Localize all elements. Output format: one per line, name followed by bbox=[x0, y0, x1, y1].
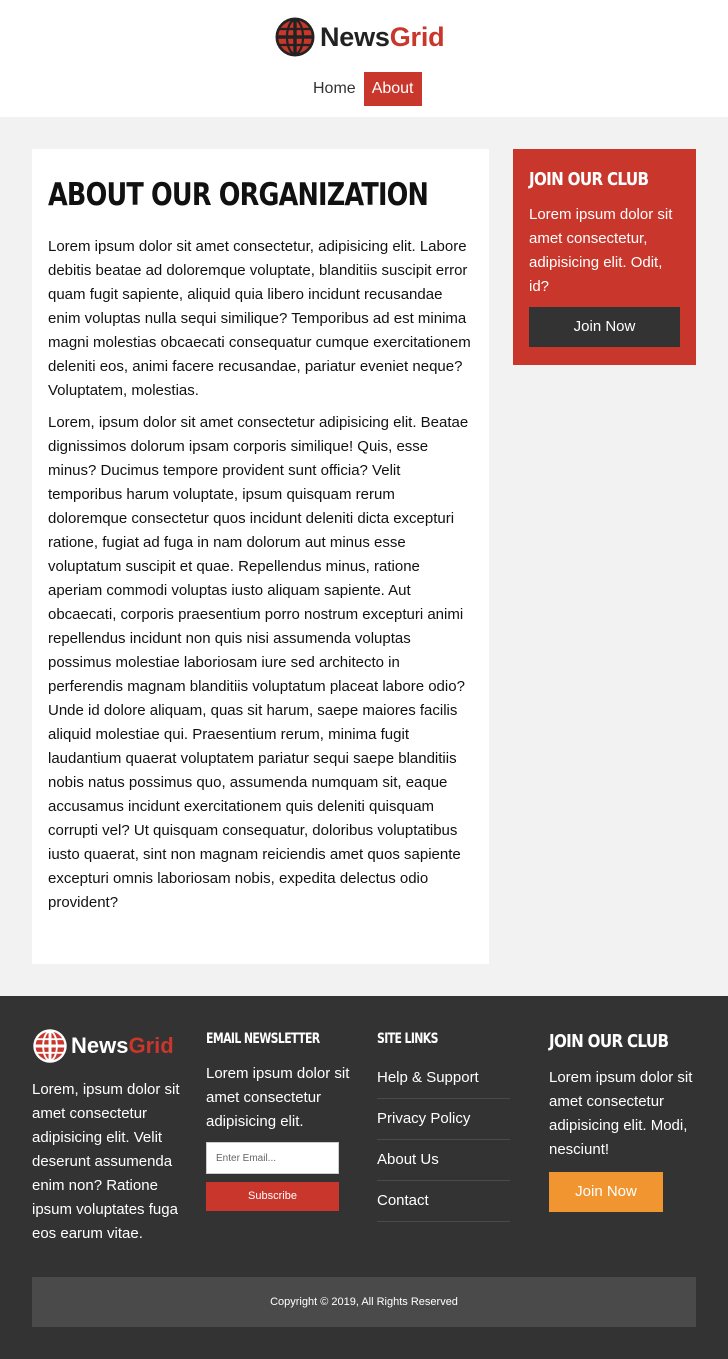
globe-icon bbox=[33, 1029, 67, 1063]
footer-about-text: Lorem, ipsum dolor sit amet consectetur … bbox=[32, 1081, 180, 1242]
page-title: About Our Organization bbox=[48, 177, 429, 213]
sidebar-club-text: Lorem ipsum dolor sit amet consectetur, … bbox=[529, 206, 673, 295]
footer-brand-name: NewsGrid bbox=[71, 1033, 174, 1059]
join-now-button[interactable]: Join Now bbox=[529, 307, 680, 347]
nav-item-home[interactable]: Home bbox=[305, 72, 364, 106]
brand-name-part2: Grid bbox=[128, 1033, 174, 1058]
site-footer: NewsGrid Lorem, ipsum dolor sit amet con… bbox=[0, 996, 728, 1359]
globe-icon bbox=[275, 17, 315, 57]
nav-item-about[interactable]: About bbox=[363, 72, 422, 106]
email-input[interactable] bbox=[206, 1142, 339, 1174]
footer-logo[interactable]: NewsGrid bbox=[32, 1028, 174, 1064]
article-paragraph: Lorem, ipsum dolor sit amet consectetur … bbox=[48, 414, 469, 911]
brand-name-part1: News bbox=[320, 21, 390, 52]
brand-name-part2: Grid bbox=[389, 21, 445, 52]
site-links-list: Help & Support Privacy Policy About Us C… bbox=[377, 1058, 510, 1222]
site-header: NewsGrid Home About bbox=[0, 0, 728, 117]
footer-link-contact[interactable]: Contact bbox=[377, 1181, 510, 1222]
newsletter-text: Lorem ipsum dolor sit amet consectetur a… bbox=[206, 1065, 350, 1130]
article-paragraph: Lorem ipsum dolor sit amet consectetur, … bbox=[48, 238, 471, 399]
sidebar-club-title: Join Our Club bbox=[529, 169, 649, 190]
footer-newsletter: Email Newsletter Lorem ipsum dolor sit a… bbox=[206, 1028, 351, 1211]
brand-name: NewsGrid bbox=[320, 21, 445, 53]
footer-link-about-us[interactable]: About Us bbox=[377, 1140, 510, 1181]
footer-link-help-support[interactable]: Help & Support bbox=[377, 1058, 510, 1099]
footer-site-links: Site Links Help & Support Privacy Policy… bbox=[377, 1028, 510, 1222]
subscribe-button[interactable]: Subscribe bbox=[206, 1182, 339, 1211]
footer-link-privacy-policy[interactable]: Privacy Policy bbox=[377, 1099, 510, 1140]
article-card: About Our Organization Lorem ipsum dolor… bbox=[32, 149, 489, 964]
copyright-bar: Copyright © 2019, All Rights Reserved bbox=[32, 1277, 696, 1327]
site-logo[interactable]: NewsGrid bbox=[274, 16, 445, 58]
footer-club-title: Join Our Club bbox=[549, 1031, 669, 1052]
footer-club: Join Our Club Lorem ipsum dolor sit amet… bbox=[549, 1028, 699, 1212]
sidebar-club-box: Join Our Club Lorem ipsum dolor sit amet… bbox=[513, 149, 696, 365]
footer-join-now-button[interactable]: Join Now bbox=[549, 1172, 663, 1212]
main-nav: Home About bbox=[305, 72, 422, 106]
brand-name-part1: News bbox=[71, 1033, 129, 1058]
site-links-title: Site Links bbox=[377, 1031, 439, 1047]
footer-club-text: Lorem ipsum dolor sit amet consectetur a… bbox=[549, 1069, 693, 1158]
newsletter-title: Email Newsletter bbox=[206, 1031, 320, 1047]
